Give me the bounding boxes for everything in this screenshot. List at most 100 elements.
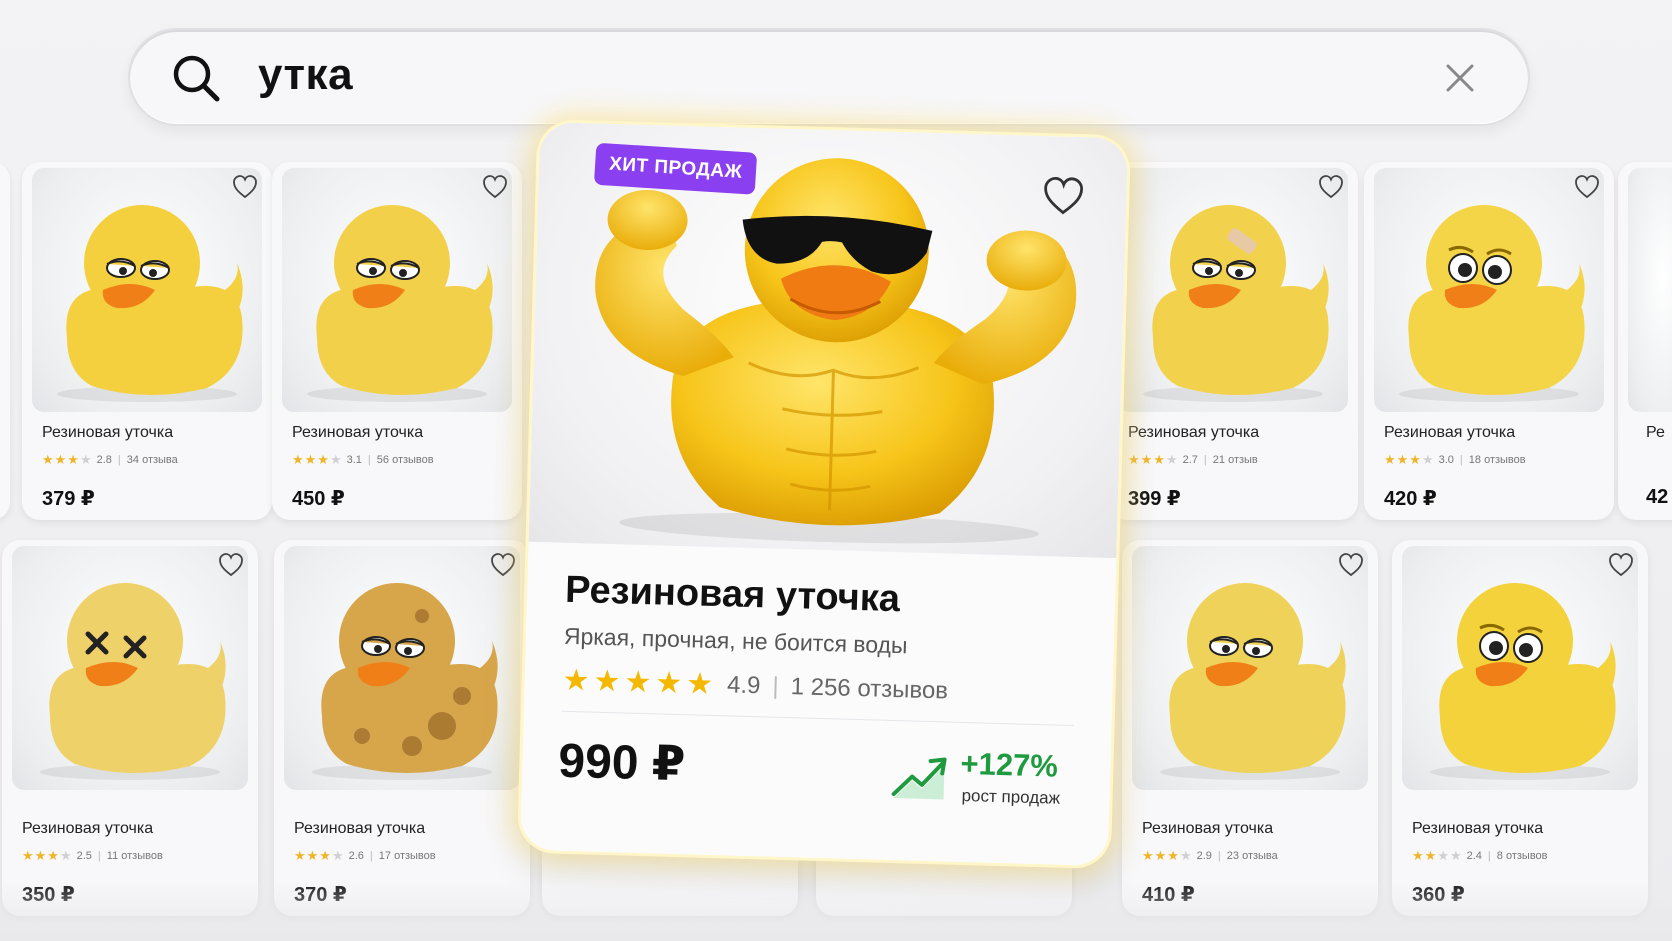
reviews-count: 18 отзывов (1468, 454, 1526, 466)
product-name: Резиновая уточка (1412, 820, 1544, 837)
heart-icon[interactable] (1042, 176, 1085, 217)
product-photo (282, 168, 512, 412)
product-card[interactable]: Резиновая уточка★★★★2.4|8 отзывов360 ₽ (1392, 540, 1648, 916)
product-card[interactable]: Резиновая уточка★★★★2.9|23 отзыва410 ₽ (1122, 540, 1378, 916)
product-price: 420 ₽ (1384, 488, 1437, 510)
product-rating: ★★★★ 3.0 | 18 отзывов (1384, 452, 1526, 468)
product-photo (12, 546, 248, 790)
product-price: 42 (1646, 486, 1669, 508)
product-photo (528, 121, 1129, 559)
close-icon[interactable] (1440, 58, 1480, 98)
product-card[interactable]: Резиновая уточка ★★★★ 3.0 | 18 отзывов 420 ₽ (1364, 162, 1614, 520)
product-photo (284, 546, 520, 790)
bottom-fade (0, 880, 1672, 941)
rating-value: 3.0 (1438, 454, 1454, 466)
divider: | (117, 454, 121, 466)
product-photo (1374, 168, 1604, 412)
muscular-duck-image (595, 158, 1077, 544)
star-rating-icons: ★★★★ (1412, 848, 1463, 863)
star-rating-icons: ★★★★ (294, 848, 345, 863)
product-price: 450 ₽ (292, 488, 345, 510)
reviews-count: 11 отзывов (106, 850, 163, 862)
product-name: Резиновая уточка (1384, 424, 1516, 441)
product-name: Резиновая уточка (292, 424, 424, 441)
product-photo (1628, 168, 1672, 412)
featured-rating: ★★★★★ 4.9 | 1 256 отзывов (562, 663, 948, 709)
divider: | (772, 672, 780, 700)
divider: | (1217, 850, 1221, 862)
heart-icon[interactable] (482, 174, 508, 200)
rating-value: 2.5 (76, 850, 92, 862)
heart-icon[interactable] (1338, 552, 1364, 578)
heart-icon[interactable] (1318, 174, 1344, 200)
rating-value: 2.4 (1466, 850, 1482, 862)
reviews-count: 1 256 отзывов (790, 672, 949, 705)
star-rating-icons: ★★★★ (292, 452, 343, 467)
product-rating: ★★★★ 3.1 | 56 отзывов (292, 452, 434, 468)
reviews-count: 34 отзыва (126, 454, 178, 466)
star-rating-icons: ★★★★ (22, 848, 73, 863)
sales-growth-label: рост продаж (961, 785, 1061, 808)
trend-up-icon (891, 757, 947, 800)
divider: | (97, 850, 101, 862)
product-name: Ре (1646, 424, 1665, 441)
reviews-count: 8 отзывов (1496, 850, 1548, 862)
product-card[interactable]: Резиновая уточка★★★★2.5|11 отзывов350 ₽ (2, 540, 258, 916)
product-rating: ★★★★ 2.6 | 17 отзывов (294, 848, 436, 864)
product-card[interactable]: Резиновая уточка ★★★★ 3.1 | 56 отзывов 450 ₽ (272, 162, 522, 520)
divider: | (1203, 454, 1207, 466)
rating-value: 2.9 (1196, 850, 1212, 862)
featured-price: 990 ₽ (557, 734, 686, 792)
star-rating-icons: ★★★★ (1142, 848, 1193, 863)
divider: | (367, 454, 371, 466)
product-rating: ★★★★ 2.8 | 34 отзыва (42, 452, 178, 468)
product-rating: ★★★★ 2.9 | 23 отзыва (1142, 848, 1278, 864)
product-photo (32, 168, 262, 412)
heart-icon[interactable] (1574, 174, 1600, 200)
star-rating-icons: ★★★★★ (562, 663, 718, 702)
heart-icon[interactable] (218, 552, 244, 578)
product-card[interactable]: Резиновая уточка ★★★★ 2.8 | 34 отзыва 379 ₽ (22, 162, 272, 520)
product-card[interactable]: Резиновая уточка★★★★2.6|17 отзывов370 ₽ (274, 540, 530, 916)
search-icon (173, 55, 220, 102)
product-price: 399 ₽ (1128, 488, 1181, 510)
heart-icon[interactable] (490, 552, 516, 578)
sales-growth-value: +127% (960, 745, 1059, 784)
product-card[interactable]: Резиновая уточка ★★★★ 2.7 | 21 отзыв 399 ₽ (1108, 162, 1358, 520)
product-rating: ★★★★ 2.5 | 11 отзывов (22, 848, 163, 864)
search-input[interactable]: утка (258, 50, 353, 100)
featured-product-name: Резиновая уточка (564, 568, 901, 621)
divider: | (1487, 850, 1491, 862)
divider (561, 710, 1074, 727)
reviews-count: 21 отзыв (1212, 454, 1258, 466)
reviews-count: 17 отзывов (378, 850, 436, 862)
product-name: Резиновая уточка (22, 820, 154, 837)
search-bar[interactable]: утка (128, 28, 1530, 126)
product-photo (1132, 546, 1368, 790)
featured-product-card[interactable]: ХИТ ПРОДАЖ Резиновая уточка Яркая, прочн… (519, 121, 1129, 867)
rating-value: 4.9 (726, 670, 761, 699)
rating-value: 3.1 (346, 454, 362, 466)
heart-icon[interactable] (232, 174, 258, 200)
product-price: 379 ₽ (42, 488, 95, 510)
reviews-count: 23 отзыва (1226, 850, 1278, 862)
star-rating-icons: ★★★★ (1384, 452, 1435, 467)
product-name: Резиновая уточка (1142, 820, 1274, 837)
product-rating: ★★★★ 2.4 | 8 отзывов (1412, 848, 1548, 864)
product-name: Резиновая уточка (294, 820, 426, 837)
product-rating: ★★★★ 2.7 | 21 отзыв (1128, 452, 1258, 468)
product-card-partial-left[interactable] (0, 162, 10, 520)
heart-icon[interactable] (1608, 552, 1634, 578)
reviews-count: 56 отзывов (376, 454, 434, 466)
featured-product-description: Яркая, прочная, не боится воды (563, 622, 908, 659)
rating-value: 2.8 (96, 454, 112, 466)
star-rating-icons: ★★★★ (1128, 452, 1179, 467)
rating-value: 2.6 (348, 850, 364, 862)
product-photo (1118, 168, 1348, 412)
star-rating-icons: ★★★★ (42, 452, 93, 467)
divider: | (1459, 454, 1463, 466)
divider: | (369, 850, 373, 862)
product-card-partial-right[interactable]: Ре 42 (1618, 162, 1672, 520)
product-name: Резиновая уточка (42, 424, 174, 441)
product-photo (1402, 546, 1638, 790)
